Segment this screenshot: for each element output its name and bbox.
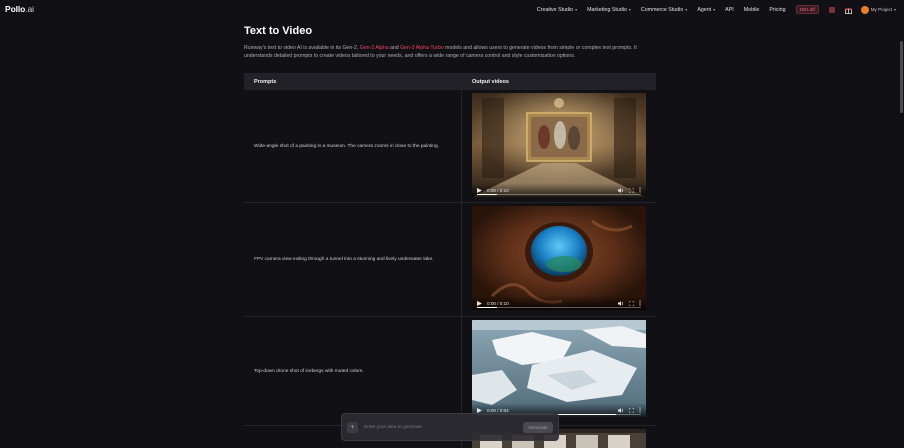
table-row: Wide-angle shot of a painting in a museu… [244,90,656,203]
top-nav: Pollo.ai Creative Studio ▾ Marketing Stud… [0,0,904,19]
header-output-videos: Output videos [472,78,509,85]
volume-icon[interactable] [618,407,624,413]
volume-icon[interactable] [618,187,624,193]
gen3-alpha-link[interactable]: Gen-3 Alpha [360,45,389,51]
menu-icon[interactable] [828,7,835,13]
nav-api[interactable]: API [725,7,734,13]
video-progress-bar[interactable] [477,306,641,308]
fullscreen-icon[interactable] [629,187,634,193]
page-description: Runway's text to video AI is available i… [244,45,637,60]
nav-links: Creative Studio ▾ Marketing Studio ▾ Comme… [537,0,896,19]
chevron-down-icon: ▾ [713,7,716,12]
header-prompts: Prompts [254,78,277,85]
chevron-down-icon: ▾ [575,7,578,12]
table-row: FPV camera view exiting through a tunnel… [244,203,656,317]
table-row: Top-down drone shot of icebergs with mut… [244,317,656,426]
add-attachment-button[interactable]: + [347,421,358,433]
nav-pricing[interactable]: Pricing [769,7,785,13]
video-player[interactable]: 0:00 / 0:04 [472,320,646,417]
examples-table: Prompts Output videos Wide-angle shot of… [244,73,656,448]
fullscreen-icon[interactable] [629,300,634,306]
more-options-icon[interactable] [639,300,641,306]
gift-icon[interactable] [844,7,852,14]
tunnel-video-frame [472,206,646,310]
logo[interactable]: Pollo.ai [5,4,34,14]
prompt-input[interactable] [364,424,517,430]
play-icon[interactable] [477,187,482,193]
prompt-text: Wide-angle shot of a painting in a museu… [244,90,462,202]
video-time: 0:00 / 0:04 [487,407,509,413]
gen3-alpha-turbo-link[interactable]: Gen-3 Alpha Turbo [400,45,444,51]
museum-video-frame [472,93,646,197]
nav-mobile[interactable]: Mobile [744,7,760,13]
plus-icon: + [350,423,355,431]
play-icon[interactable] [477,300,482,306]
generate-button[interactable]: Generate [523,421,553,433]
prompt-text: FPV camera view exiting through a tunnel… [244,203,462,316]
page-title: Text to Video [244,25,313,37]
video-player[interactable]: 0:00 / 0:10 [472,206,646,310]
nav-creative-studio[interactable]: Creative Studio ▾ [537,7,577,13]
nav-agent[interactable]: Agent ▾ [697,7,715,13]
video-progress-bar[interactable] [477,193,641,195]
avatar [860,5,869,14]
more-options-icon[interactable] [639,407,641,413]
chevron-down-icon: ▾ [893,7,896,12]
page-scrollbar[interactable] [899,19,903,448]
main-content: Text to Video Runway's text to video AI … [244,25,656,60]
scrollbar-thumb[interactable] [899,41,903,113]
fullscreen-icon[interactable] [629,407,634,413]
nav-commerce-studio[interactable]: Commerce Studio ▾ [641,7,687,13]
chevron-down-icon: ▾ [628,7,631,12]
table-header: Prompts Output videos [244,73,656,90]
more-options-icon[interactable] [639,187,641,193]
prompt-text: Top-down drone shot of icebergs with mut… [244,317,462,425]
play-icon[interactable] [477,407,482,413]
credit-badge[interactable]: 15% off [795,5,819,14]
video-player[interactable]: 0:00 / 0:10 [472,93,646,197]
project-menu[interactable]: My Project ▾ [860,5,896,14]
floating-prompt-bar: + Generate [341,413,559,441]
chevron-down-icon: ▾ [685,7,688,12]
nav-marketing-studio[interactable]: Marketing Studio ▾ [587,7,631,13]
video-time: 0:00 / 0:10 [487,187,509,193]
volume-icon[interactable] [618,300,624,306]
video-time: 0:00 / 0:10 [487,300,509,306]
